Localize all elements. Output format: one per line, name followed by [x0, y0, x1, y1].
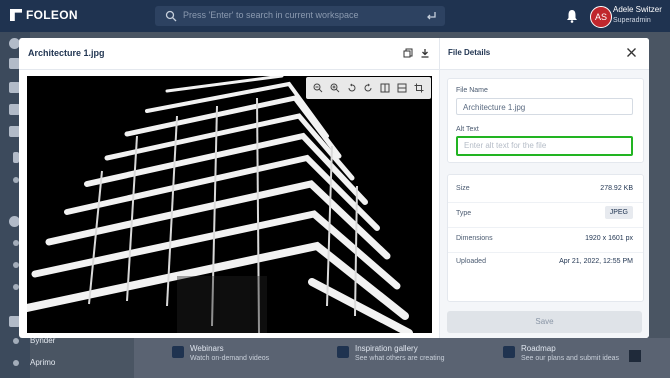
user-name[interactable]: Adele Switzer	[613, 5, 662, 14]
logo-mark-icon	[10, 9, 22, 21]
file-title: Architecture 1.jpg	[28, 48, 105, 58]
inspiration-title: Inspiration gallery	[355, 344, 418, 353]
crop-icon[interactable]	[414, 83, 424, 93]
user-role: Superadmin	[613, 17, 651, 24]
webinars-card[interactable]: Webinars Watch on-demand videos	[172, 344, 270, 362]
search-placeholder: Press 'Enter' to search in current works…	[183, 10, 359, 20]
rotate-right-icon[interactable]	[363, 83, 373, 93]
roadmap-subtitle: See our plans and submit ideas	[521, 355, 620, 362]
edit-corner-icon[interactable]	[629, 350, 641, 362]
zoom-out-icon[interactable]	[313, 83, 323, 93]
alt-text-label: Alt Text	[456, 126, 479, 133]
logo-text: FOLEON	[26, 8, 78, 22]
notifications-bell-icon[interactable]	[566, 9, 578, 23]
file-name-label: File Name	[456, 87, 488, 94]
details-title: File Details	[448, 48, 491, 57]
file-info-card: Size 278.92 KB Type JPEG Dimensions 1920…	[447, 174, 644, 302]
file-details-panel: File Details File Name Architecture 1.jp…	[440, 38, 649, 338]
sidebar-item-aprimo[interactable]: Aprimo	[30, 358, 55, 367]
webinars-icon	[172, 346, 184, 358]
size-label: Size	[456, 185, 470, 192]
row-divider	[448, 202, 643, 203]
download-icon[interactable]	[420, 48, 430, 58]
zoom-in-icon[interactable]	[330, 83, 340, 93]
copy-icon[interactable]	[403, 48, 413, 58]
details-header: File Details	[440, 38, 649, 70]
top-bar: FOLEON Press 'Enter' to search in curren…	[0, 0, 670, 32]
search-icon	[165, 10, 177, 22]
flip-horizontal-icon[interactable]	[380, 83, 390, 93]
type-badge: JPEG	[604, 206, 633, 219]
flip-vertical-icon[interactable]	[397, 83, 407, 93]
search-bar[interactable]: Press 'Enter' to search in current works…	[155, 6, 445, 26]
aprimo-icon[interactable]	[13, 360, 19, 366]
type-label: Type	[456, 210, 472, 217]
close-icon[interactable]	[626, 47, 637, 58]
bynder-icon[interactable]	[13, 338, 19, 344]
dimensions-value: 1920 x 1601 px	[585, 235, 633, 242]
foleon-logo[interactable]: FOLEON	[10, 8, 78, 22]
image-toolbar	[306, 77, 431, 99]
uploaded-row: Uploaded Apr 21, 2022, 12:55 PM	[456, 258, 633, 278]
uploaded-label: Uploaded	[456, 258, 486, 265]
enter-key-icon	[427, 12, 436, 20]
roadmap-icon	[503, 346, 515, 358]
alt-text-input[interactable]: Enter alt text for the file	[456, 136, 633, 156]
inspiration-icon	[337, 346, 349, 358]
architecture-photo	[27, 76, 432, 333]
save-button[interactable]: Save	[447, 311, 642, 333]
row-divider	[448, 227, 643, 228]
dimensions-label: Dimensions	[456, 235, 493, 242]
uploaded-value: Apr 21, 2022, 12:55 PM	[559, 258, 633, 265]
size-value: 278.92 KB	[600, 185, 633, 192]
row-divider	[448, 252, 643, 253]
user-avatar[interactable]: AS	[590, 6, 612, 28]
file-name-input[interactable]: Architecture 1.jpg	[456, 98, 633, 115]
roadmap-title: Roadmap	[521, 344, 556, 353]
image-preview[interactable]	[27, 76, 432, 333]
rotate-left-icon[interactable]	[347, 83, 357, 93]
webinars-title: Webinars	[190, 344, 224, 353]
viewer-header: Architecture 1.jpg	[19, 38, 439, 70]
inspiration-subtitle: See what others are creating	[355, 355, 445, 362]
inspiration-card[interactable]: Inspiration gallery See what others are …	[337, 344, 445, 362]
file-details-modal: Architecture 1.jpg File Details File Nam…	[19, 38, 649, 338]
file-edit-card: File Name Architecture 1.jpg Alt Text En…	[447, 78, 644, 163]
webinars-subtitle: Watch on-demand videos	[190, 355, 270, 362]
roadmap-card[interactable]: Roadmap See our plans and submit ideas	[503, 344, 620, 362]
